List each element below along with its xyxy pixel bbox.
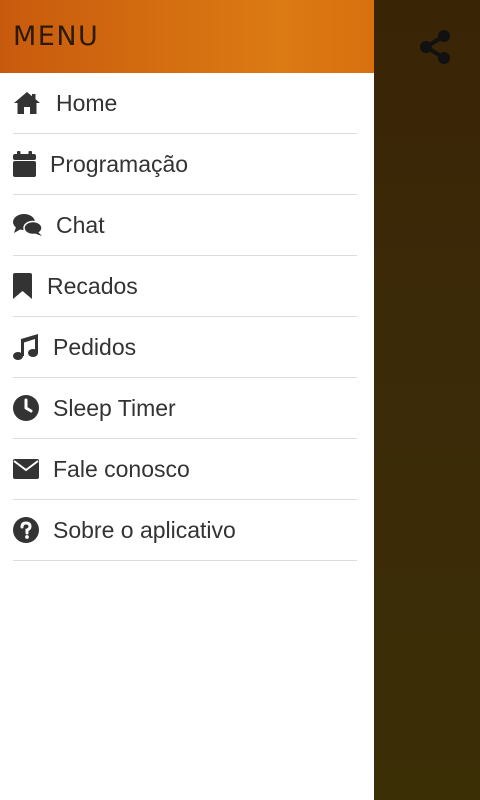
navigation-drawer: MENU Home Programação Chat Recados Pedid…	[0, 0, 374, 800]
menu-item-sobre[interactable]: Sobre o aplicativo	[13, 500, 357, 561]
calendar-icon	[13, 149, 50, 179]
menu-item-label: Home	[56, 89, 118, 116]
drawer-header: MENU	[0, 0, 374, 73]
clock-icon	[13, 393, 53, 423]
chat-icon	[13, 210, 56, 240]
menu-item-label: Chat	[56, 211, 105, 238]
menu-item-label: Sleep Timer	[53, 394, 176, 421]
home-icon	[13, 88, 56, 118]
menu-item-label: Fale conosco	[53, 455, 190, 482]
menu-item-sleep-timer[interactable]: Sleep Timer	[13, 378, 357, 439]
menu-item-label: Recados	[47, 272, 138, 299]
menu-item-label: Sobre o aplicativo	[53, 516, 236, 543]
menu-item-recados[interactable]: Recados	[13, 256, 357, 317]
share-button[interactable]	[412, 24, 458, 70]
menu-item-label: Pedidos	[53, 333, 137, 360]
menu-list: Home Programação Chat Recados Pedidos Sl…	[13, 73, 357, 561]
bookmark-icon	[13, 271, 47, 301]
menu-item-pedidos[interactable]: Pedidos	[13, 317, 357, 378]
menu-item-home[interactable]: Home	[13, 73, 357, 134]
music-icon	[13, 332, 53, 362]
menu-item-programacao[interactable]: Programação	[13, 134, 357, 195]
drawer-title: MENU	[13, 21, 100, 52]
envelope-icon	[13, 454, 53, 484]
menu-item-label: Programação	[50, 150, 189, 177]
menu-item-fale-conosco[interactable]: Fale conosco	[13, 439, 357, 500]
question-circle-icon	[13, 515, 53, 545]
menu-item-chat[interactable]: Chat	[13, 195, 357, 256]
share-icon	[420, 30, 450, 64]
